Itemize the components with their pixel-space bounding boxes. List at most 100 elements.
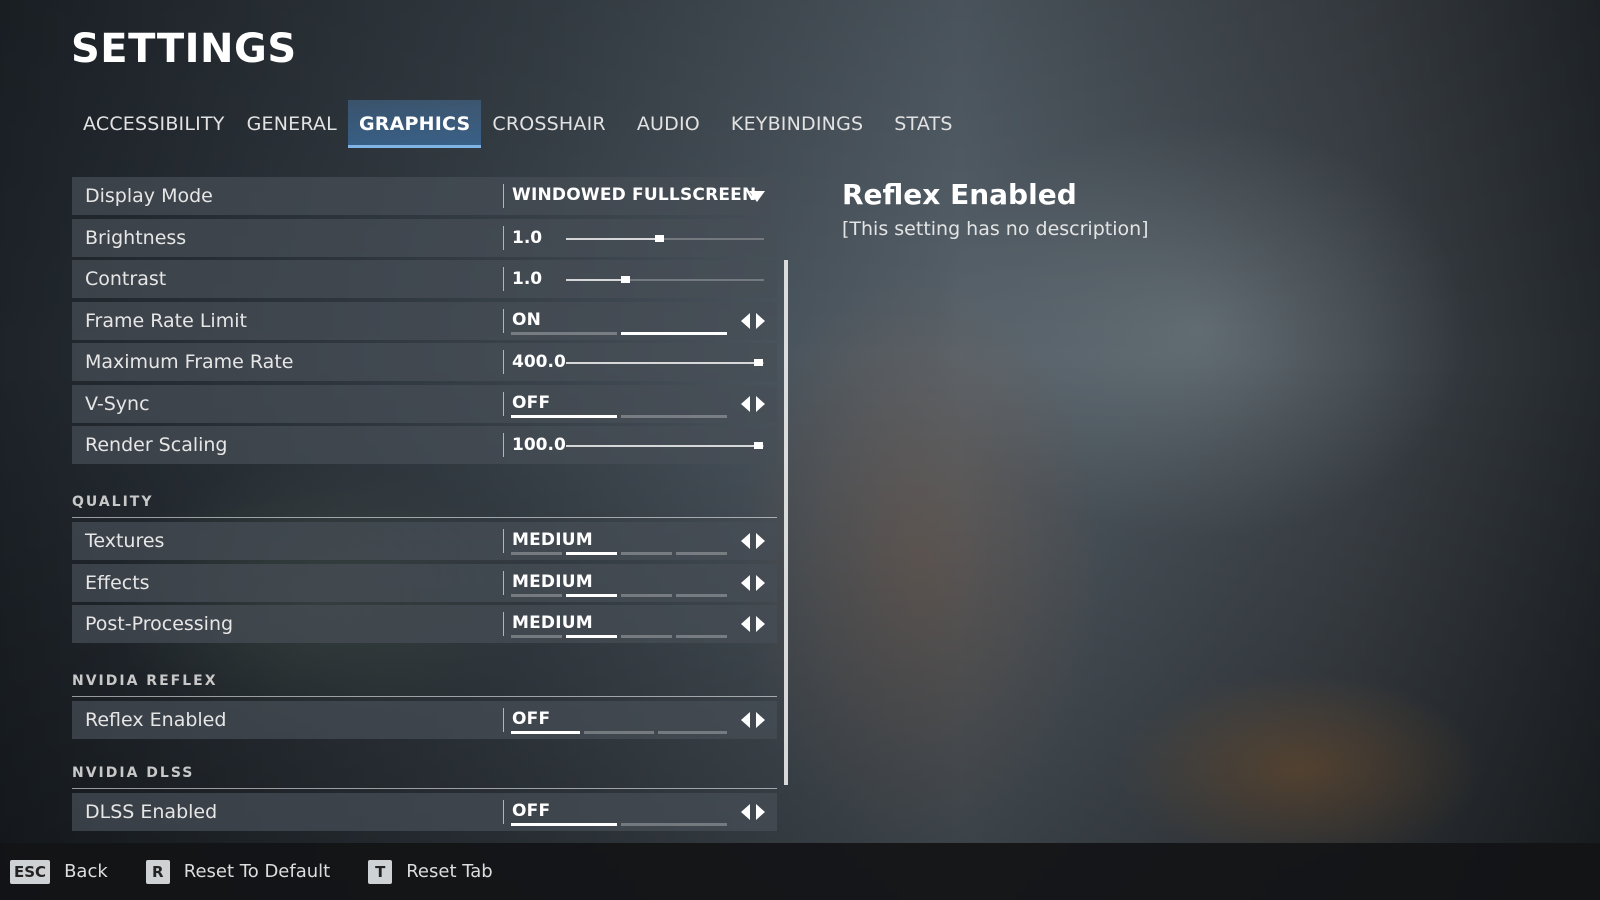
- display-mode-dropdown[interactable]: WINDOWED FULLSCREEN: [504, 177, 777, 215]
- post-processing-selector[interactable]: MEDIUM: [504, 605, 777, 643]
- selector-value: MEDIUM: [512, 530, 593, 550]
- section-nvidia-dlss: NVIDIA DLSS: [72, 743, 777, 793]
- tab-graphics[interactable]: GRAPHICS: [347, 100, 482, 148]
- effects-selector[interactable]: MEDIUM: [504, 564, 777, 602]
- slider-handle[interactable]: [621, 276, 631, 283]
- selector-arrows: [741, 616, 765, 632]
- vsync-selector[interactable]: OFF: [504, 385, 777, 423]
- option-segment: [676, 593, 727, 597]
- option-indicator: [511, 731, 727, 734]
- option-indicator: [511, 331, 727, 335]
- render-scaling-slider[interactable]: 100.0: [504, 426, 777, 464]
- arrow-left-icon[interactable]: [741, 803, 750, 820]
- option-segment: [657, 731, 727, 734]
- arrow-left-icon[interactable]: [741, 395, 750, 412]
- arrow-right-icon[interactable]: [756, 803, 765, 820]
- reset-to-default-button[interactable]: R Reset To Default: [145, 859, 330, 884]
- selector-value: OFF: [512, 392, 551, 413]
- section-title: QUALITY: [72, 494, 154, 510]
- reflex-enabled-selector[interactable]: OFF: [504, 701, 777, 739]
- slider-handle[interactable]: [754, 359, 764, 366]
- selector-value: OFF: [512, 800, 551, 821]
- setting-row-post-processing[interactable]: Post-Processing MEDIUM: [72, 605, 777, 643]
- settings-tabs: ACCESSIBILITY GENERAL GRAPHICS CROSSHAIR…: [72, 100, 964, 148]
- setting-row-display-mode[interactable]: Display Mode WINDOWED FULLSCREEN: [72, 177, 777, 215]
- tab-accessibility[interactable]: ACCESSIBILITY: [72, 100, 236, 148]
- r-key-icon: R: [145, 859, 170, 884]
- arrow-left-icon[interactable]: [741, 712, 750, 728]
- tab-stats[interactable]: STATS: [883, 100, 963, 148]
- section-divider: [72, 787, 777, 789]
- setting-label: Render Scaling: [85, 434, 228, 456]
- arrow-left-icon[interactable]: [741, 312, 750, 329]
- arrow-left-icon[interactable]: [741, 533, 750, 549]
- max-frame-rate-slider[interactable]: 400.0: [504, 343, 777, 381]
- arrow-right-icon[interactable]: [756, 574, 765, 591]
- page-title: SETTINGS: [71, 26, 297, 72]
- setting-row-effects[interactable]: Effects MEDIUM: [72, 563, 777, 602]
- option-indicator: [511, 635, 727, 638]
- brightness-slider[interactable]: 1.0: [504, 219, 777, 257]
- option-segment: [511, 331, 617, 335]
- setting-label: Contrast: [85, 268, 167, 290]
- setting-label: Reflex Enabled: [85, 709, 227, 731]
- contrast-slider[interactable]: 1.0: [504, 260, 777, 298]
- section-divider: [72, 696, 777, 697]
- option-segment: [566, 593, 617, 597]
- option-segment: [511, 635, 562, 638]
- slider-value: 100.0: [512, 435, 566, 455]
- footer-bar: ESC Back R Reset To Default T Reset Tab: [0, 843, 1600, 900]
- option-segment: [621, 593, 672, 597]
- arrow-right-icon[interactable]: [756, 395, 765, 412]
- setting-row-brightness[interactable]: Brightness 1.0: [72, 218, 777, 257]
- arrow-right-icon[interactable]: [756, 616, 765, 632]
- settings-list: Display Mode WINDOWED FULLSCREEN Brightn…: [72, 177, 777, 834]
- slider-track[interactable]: [566, 234, 764, 242]
- section-nvidia-reflex: NVIDIA REFLEX: [72, 651, 777, 701]
- chevron-down-icon[interactable]: [749, 191, 765, 202]
- arrow-right-icon[interactable]: [756, 533, 765, 549]
- arrow-right-icon[interactable]: [756, 712, 765, 728]
- esc-key-icon: ESC: [10, 859, 51, 884]
- frame-rate-limit-selector[interactable]: ON: [504, 302, 777, 340]
- tab-keybindings[interactable]: KEYBINDINGS: [720, 100, 883, 148]
- setting-label: Brightness: [85, 226, 187, 249]
- reset-tab-button[interactable]: T Reset Tab: [368, 859, 493, 884]
- setting-row-reflex-enabled[interactable]: Reflex Enabled OFF: [72, 701, 777, 739]
- setting-row-render-scaling[interactable]: Render Scaling 100.0: [72, 426, 777, 464]
- slider-handle[interactable]: [754, 442, 764, 449]
- arrow-left-icon[interactable]: [741, 616, 750, 632]
- arrow-right-icon[interactable]: [756, 312, 765, 329]
- option-segment: [511, 731, 581, 734]
- setting-row-vsync[interactable]: V-Sync OFF: [72, 384, 777, 423]
- tab-crosshair[interactable]: CROSSHAIR: [481, 100, 625, 148]
- setting-row-textures[interactable]: Textures MEDIUM: [72, 522, 777, 560]
- back-button[interactable]: ESC Back: [10, 859, 108, 884]
- section-divider: [72, 517, 777, 518]
- selector-arrows: [741, 395, 765, 412]
- dlss-enabled-selector[interactable]: OFF: [504, 793, 777, 831]
- selector-value: OFF: [512, 709, 551, 729]
- tab-audio[interactable]: AUDIO: [626, 100, 720, 148]
- selector-arrows: [741, 312, 765, 329]
- setting-label: Post-Processing: [85, 613, 234, 635]
- slider-track[interactable]: [566, 276, 764, 283]
- slider-handle[interactable]: [655, 234, 665, 242]
- setting-row-dlss-enabled[interactable]: DLSS Enabled OFF: [72, 792, 777, 831]
- slider-track[interactable]: [566, 442, 764, 449]
- settings-scrollbar[interactable]: [784, 260, 788, 785]
- selector-arrows: [741, 533, 765, 549]
- arrow-left-icon[interactable]: [741, 574, 750, 591]
- setting-row-contrast[interactable]: Contrast 1.0: [72, 260, 777, 298]
- textures-selector[interactable]: MEDIUM: [504, 522, 777, 560]
- section-title: NVIDIA DLSS: [72, 764, 195, 781]
- section-title: NVIDIA REFLEX: [72, 673, 218, 689]
- slider-fill: [566, 362, 759, 364]
- tab-general[interactable]: GENERAL: [236, 100, 348, 148]
- option-segment: [511, 822, 617, 826]
- setting-row-frame-rate-limit[interactable]: Frame Rate Limit ON: [72, 301, 777, 340]
- option-segment: [621, 822, 727, 826]
- slider-fill: [566, 445, 759, 447]
- setting-row-max-frame-rate[interactable]: Maximum Frame Rate 400.0: [72, 343, 777, 381]
- slider-track[interactable]: [566, 359, 764, 366]
